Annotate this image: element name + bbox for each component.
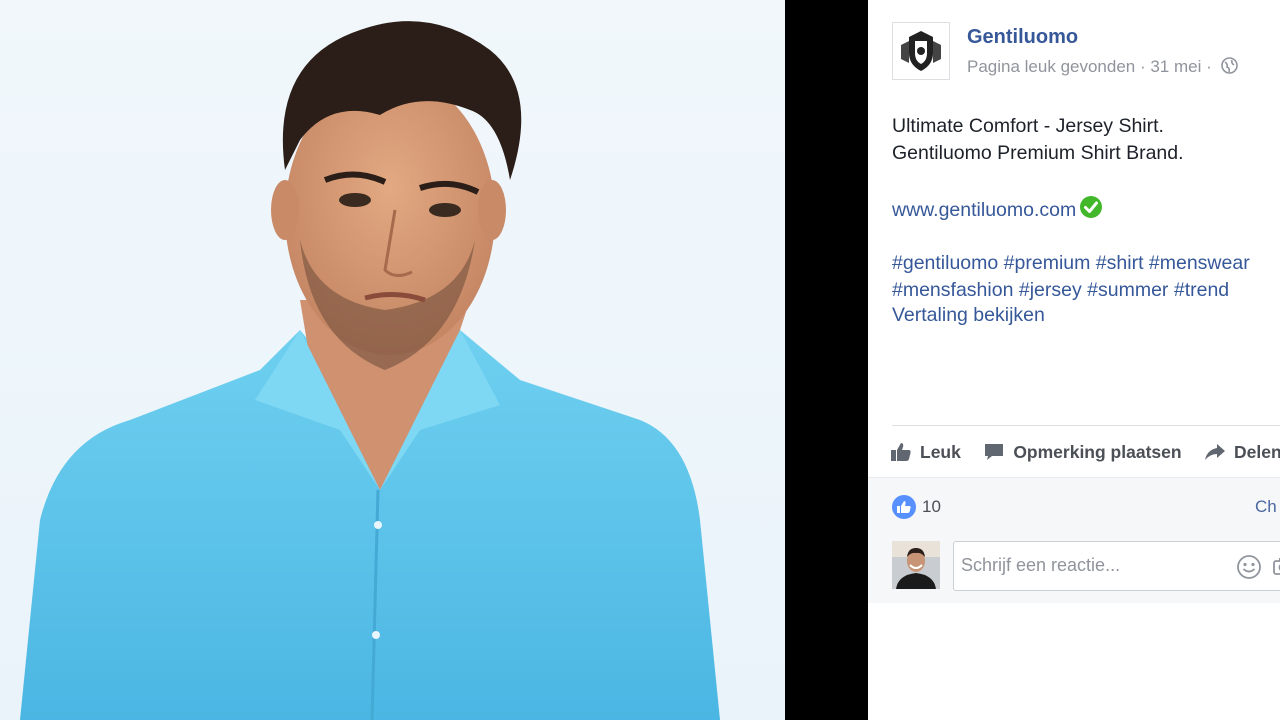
emoji-icon[interactable]: [1236, 554, 1262, 585]
website-link[interactable]: www.gentiluomo.com: [892, 199, 1076, 221]
check-icon: [1079, 195, 1103, 225]
post-photo[interactable]: [0, 0, 785, 720]
like-button[interactable]: Leuk: [890, 437, 961, 467]
hashtag-link[interactable]: #gentiluomo: [892, 252, 998, 274]
user-avatar[interactable]: [892, 541, 940, 589]
comment-button[interactable]: Opmerking plaatsen: [983, 437, 1182, 467]
see-translation-link[interactable]: Vertaling bekijken: [892, 304, 1045, 327]
hashtag-link[interactable]: #summer: [1087, 279, 1168, 301]
like-button-label: Leuk: [920, 441, 961, 462]
globe-icon[interactable]: [1220, 57, 1238, 79]
camera-icon[interactable]: [1272, 555, 1280, 582]
hashtag-link[interactable]: #shirt: [1096, 252, 1144, 274]
post-link-row: www.gentiluomo.com: [892, 195, 1103, 225]
post-text-line: Ultimate Comfort - Jersey Shirt.: [892, 115, 1164, 137]
viewer-divider: [785, 0, 868, 720]
hashtag-list: #gentiluomo #premium #shirt #menswear #m…: [892, 250, 1250, 304]
post-text-line: Gentiluomo Premium Shirt Brand.: [892, 142, 1184, 164]
comment-input[interactable]: [959, 554, 1233, 577]
like-icon: [891, 443, 911, 461]
post-meta-text: Pagina leuk gevonden · 31 mei ·: [967, 57, 1212, 76]
model-photo: [20, 21, 720, 720]
comment-icon: [985, 444, 1004, 460]
divider: [892, 425, 1280, 426]
page-name-link[interactable]: Gentiluomo: [967, 26, 1078, 49]
hashtag-link[interactable]: #mensfashion: [892, 279, 1013, 301]
reaction-count[interactable]: 10: [922, 497, 941, 517]
share-button-label: Delen: [1234, 441, 1280, 462]
share-button[interactable]: Delen: [1204, 437, 1280, 467]
hashtag-link[interactable]: #menswear: [1149, 252, 1250, 274]
hashtag-line: #gentiluomo #premium #shirt #menswear: [892, 250, 1250, 277]
page-avatar[interactable]: [892, 22, 950, 80]
post-meta: Pagina leuk gevonden · 31 mei ·: [967, 57, 1238, 79]
like-reaction-icon[interactable]: [892, 495, 916, 524]
comment-composer: [953, 541, 1280, 591]
hashtag-link[interactable]: #jersey: [1019, 279, 1082, 301]
share-icon: [1205, 444, 1226, 460]
reactions-section: 10 Ch: [868, 477, 1280, 603]
crest-logo-icon: [901, 31, 941, 71]
post-details: Gentiluomo Pagina leuk gevonden · 31 mei…: [868, 0, 1280, 720]
comment-button-label: Opmerking plaatsen: [1013, 441, 1182, 462]
hashtag-link[interactable]: #trend: [1174, 279, 1229, 301]
action-bar: Leuk Opmerking plaatsen Delen: [890, 437, 1280, 467]
hashtag-link[interactable]: #premium: [1004, 252, 1091, 274]
hashtag-line: #mensfashion #jersey #summer #trend: [892, 277, 1250, 304]
post-body: Ultimate Comfort - Jersey Shirt. Gentilu…: [892, 113, 1184, 167]
comment-sort-link[interactable]: Ch: [1255, 497, 1277, 517]
